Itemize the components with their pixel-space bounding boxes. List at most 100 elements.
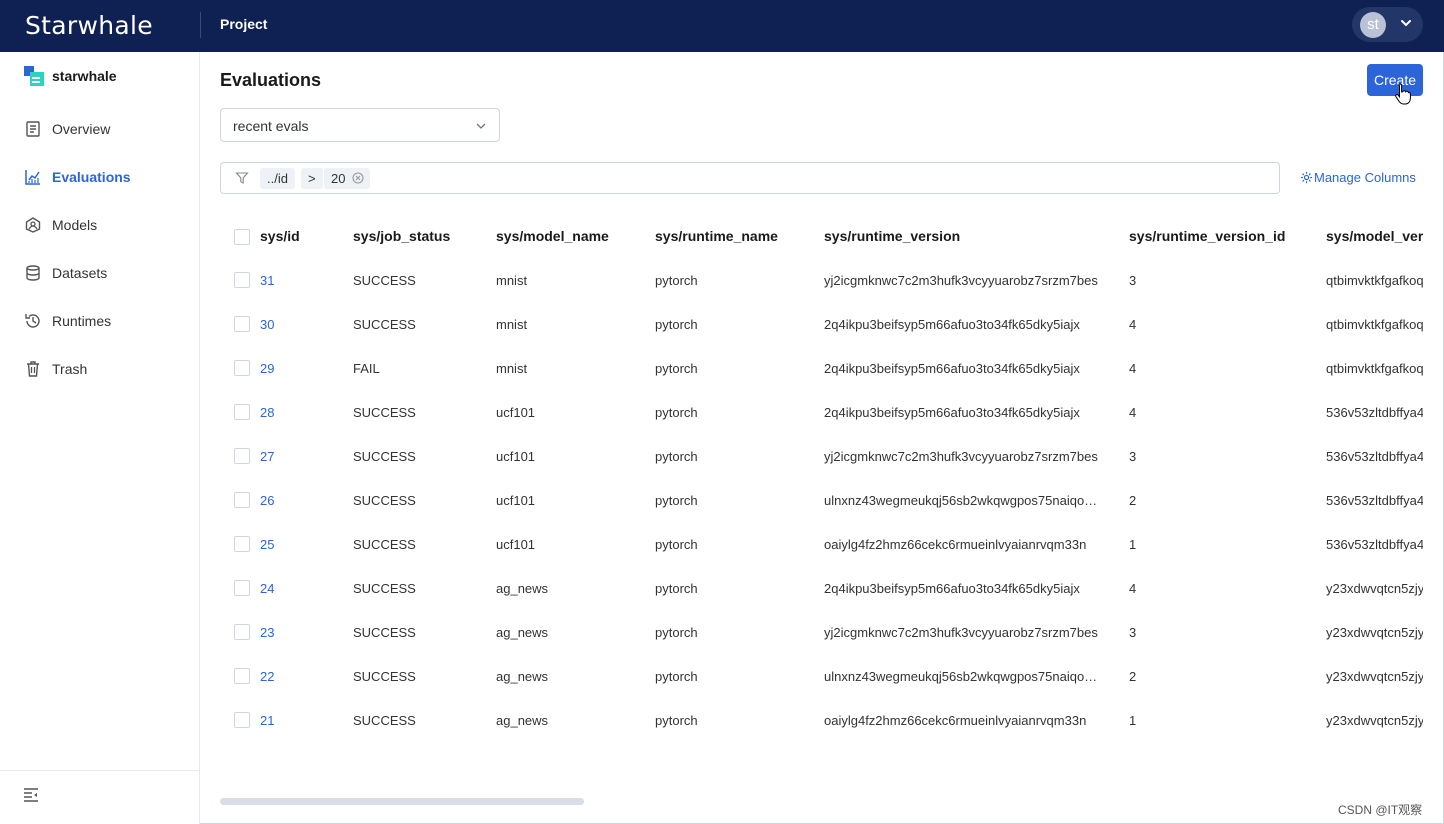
table-row[interactable]: 23 SUCCESS ag_news pytorch yj2icgmknwc7c2m3h…: [220, 610, 1423, 654]
table-cell: oaiylg4fz2hmz66cekc6rmueinlvyaianrvqm33n: [824, 536, 1087, 552]
row-checkbox[interactable]: [234, 580, 250, 597]
avatar: st: [1360, 12, 1386, 38]
sidebar-item-models[interactable]: Models: [24, 213, 97, 237]
table-row[interactable]: 30 SUCCESS mnist pytorch 2q4ikpu3beifsyp5m66…: [220, 302, 1423, 346]
table-cell: ucf101: [496, 536, 536, 552]
filter-field-chip[interactable]: ../id: [260, 168, 295, 189]
manage-columns-link[interactable]: Manage Columns: [1300, 170, 1416, 185]
database-icon: [24, 264, 42, 282]
table-cell: yj2icgmknwc7c2m3hufk3vcyyuarobz7srzm7bes: [824, 624, 1098, 640]
row-checkbox[interactable]: [234, 712, 250, 729]
table-row[interactable]: 21 SUCCESS ag_news pytorch oaiylg4fz2hmz66ce…: [220, 698, 1423, 742]
eval-id-link[interactable]: 25: [260, 522, 353, 566]
table-row[interactable]: 28 SUCCESS ucf101 pytorch 2q4ikpu3beifsyp5m6…: [220, 390, 1423, 434]
table-cell: yj2icgmknwc7c2m3hufk3vcyyuarobz7srzm7bes: [824, 448, 1098, 464]
table-cell: pytorch: [655, 272, 698, 288]
row-checkbox[interactable]: [234, 536, 250, 553]
table-cell: 4: [1129, 580, 1137, 596]
sidebar-divider: [0, 770, 199, 771]
table-cell: pytorch: [655, 360, 698, 376]
clear-filter-icon[interactable]: [352, 172, 364, 184]
row-checkbox[interactable]: [234, 492, 250, 509]
table-row[interactable]: 27 SUCCESS ucf101 pytorch yj2icgmknwc7c2m3hu…: [220, 434, 1423, 478]
eval-id-link[interactable]: 30: [260, 302, 353, 346]
table-cell: SUCCESS: [353, 272, 416, 288]
eval-id-link[interactable]: 23: [260, 610, 353, 654]
eval-id-link[interactable]: 29: [260, 346, 353, 390]
row-checkbox[interactable]: [234, 624, 250, 641]
column-header[interactable]: sys/model_name: [496, 214, 655, 258]
select-all-checkbox[interactable]: [234, 228, 250, 245]
filter-value-chip[interactable]: 20: [324, 168, 370, 189]
view-select[interactable]: recent evals: [220, 108, 500, 142]
table-cell: ag_news: [496, 712, 549, 728]
table-cell: 4: [1129, 316, 1137, 332]
eval-id-link[interactable]: 24: [260, 566, 353, 610]
column-header[interactable]: sys/job_status: [353, 214, 496, 258]
table-cell: 2q4ikpu3beifsyp5m66afuo3to34fk65dky5iajx: [824, 404, 1080, 420]
column-header[interactable]: sys/model_version: [1326, 214, 1423, 258]
eval-id-link[interactable]: 26: [260, 478, 353, 522]
table-cell: pytorch: [655, 668, 698, 684]
sidebar-item-overview[interactable]: Overview: [24, 117, 110, 141]
table-cell: 3: [1129, 624, 1137, 640]
row-checkbox[interactable]: [234, 404, 250, 421]
row-select-cell: [220, 610, 260, 654]
user-menu[interactable]: st: [1352, 7, 1423, 42]
table-cell: y23xdwvqtcn5zjy: [1326, 712, 1423, 728]
column-header[interactable]: sys/runtime_version_id: [1129, 214, 1326, 258]
table-cell: SUCCESS: [353, 624, 416, 640]
table-row[interactable]: 26 SUCCESS ucf101 pytorch ulnxnz43wegmeukqj5…: [220, 478, 1423, 522]
sidebar-item-label: Trash: [52, 361, 88, 377]
row-checkbox[interactable]: [234, 448, 250, 465]
table-row[interactable]: 22 SUCCESS ag_news pytorch ulnxnz43wegmeukqj…: [220, 654, 1423, 698]
table-cell: 2: [1129, 492, 1137, 508]
column-header[interactable]: sys/runtime_name: [655, 214, 824, 258]
table-cell: qtbimvktkfgafkoq: [1326, 360, 1423, 376]
sidebar-item-evaluations[interactable]: Evaluations: [24, 165, 131, 189]
column-header[interactable]: sys/id: [260, 214, 353, 258]
filter-bar[interactable]: ../id > 20: [220, 162, 1280, 194]
sidebar-item-label: Runtimes: [52, 313, 112, 329]
header-divider: [200, 12, 201, 38]
row-checkbox[interactable]: [234, 316, 250, 333]
table-cell: 2q4ikpu3beifsyp5m66afuo3to34fk65dky5iajx: [824, 360, 1080, 376]
horizontal-scrollbar[interactable]: [220, 798, 584, 805]
row-checkbox[interactable]: [234, 668, 250, 685]
table-cell: pytorch: [655, 712, 698, 728]
eval-id-link[interactable]: 27: [260, 434, 353, 478]
sidebar-item-trash[interactable]: Trash: [24, 357, 87, 381]
filter-operator-chip[interactable]: >: [301, 168, 323, 189]
eval-id-link[interactable]: 22: [260, 654, 353, 698]
table-cell: pytorch: [655, 624, 698, 640]
table-row[interactable]: 31 SUCCESS mnist pytorch yj2icgmknwc7c2m3huf…: [220, 258, 1423, 302]
table-row[interactable]: 25 SUCCESS ucf101 pytorch oaiylg4fz2hmz66cek…: [220, 522, 1423, 566]
project-breadcrumb[interactable]: Project: [220, 16, 267, 32]
table-cell: pytorch: [655, 536, 698, 552]
column-header[interactable]: sys/runtime_version: [824, 214, 1129, 258]
sidebar-item-datasets[interactable]: Datasets: [24, 261, 107, 285]
sidebar-item-runtimes[interactable]: Runtimes: [24, 309, 111, 333]
row-select-cell: [220, 698, 260, 742]
row-checkbox[interactable]: [234, 360, 250, 377]
row-select-cell: [220, 346, 260, 390]
table-cell: SUCCESS: [353, 712, 416, 728]
eval-id-link[interactable]: 21: [260, 698, 353, 742]
table-cell: yj2icgmknwc7c2m3hufk3vcyyuarobz7srzm7bes: [824, 272, 1098, 288]
model-icon: [24, 216, 42, 234]
project-brand[interactable]: starwhale: [24, 66, 117, 86]
table-row[interactable]: 29 FAIL mnist pytorch 2q4ikpu3beifsyp5m66afu…: [220, 346, 1423, 390]
eval-id-link[interactable]: 31: [260, 258, 353, 302]
gear-icon: [1300, 171, 1313, 184]
table-cell: 2: [1129, 668, 1137, 684]
table-row[interactable]: 24 SUCCESS ag_news pytorch 2q4ikpu3beifsyp5m…: [220, 566, 1423, 610]
table-cell: y23xdwvqtcn5zjy: [1326, 624, 1423, 640]
table-cell: SUCCESS: [353, 536, 416, 552]
table-cell: ulnxnz43wegmeukqj56sb2wkqwgpos75naiqo…: [824, 492, 1098, 508]
collapse-sidebar-icon[interactable]: [22, 787, 40, 803]
evaluations-table: sys/id sys/job_status sys/model_name sys…: [220, 214, 1423, 754]
row-checkbox[interactable]: [234, 272, 250, 289]
table-cell: FAIL: [353, 360, 380, 376]
eval-id-link[interactable]: 28: [260, 390, 353, 434]
starwhale-logo[interactable]: Starwhale: [25, 11, 153, 40]
